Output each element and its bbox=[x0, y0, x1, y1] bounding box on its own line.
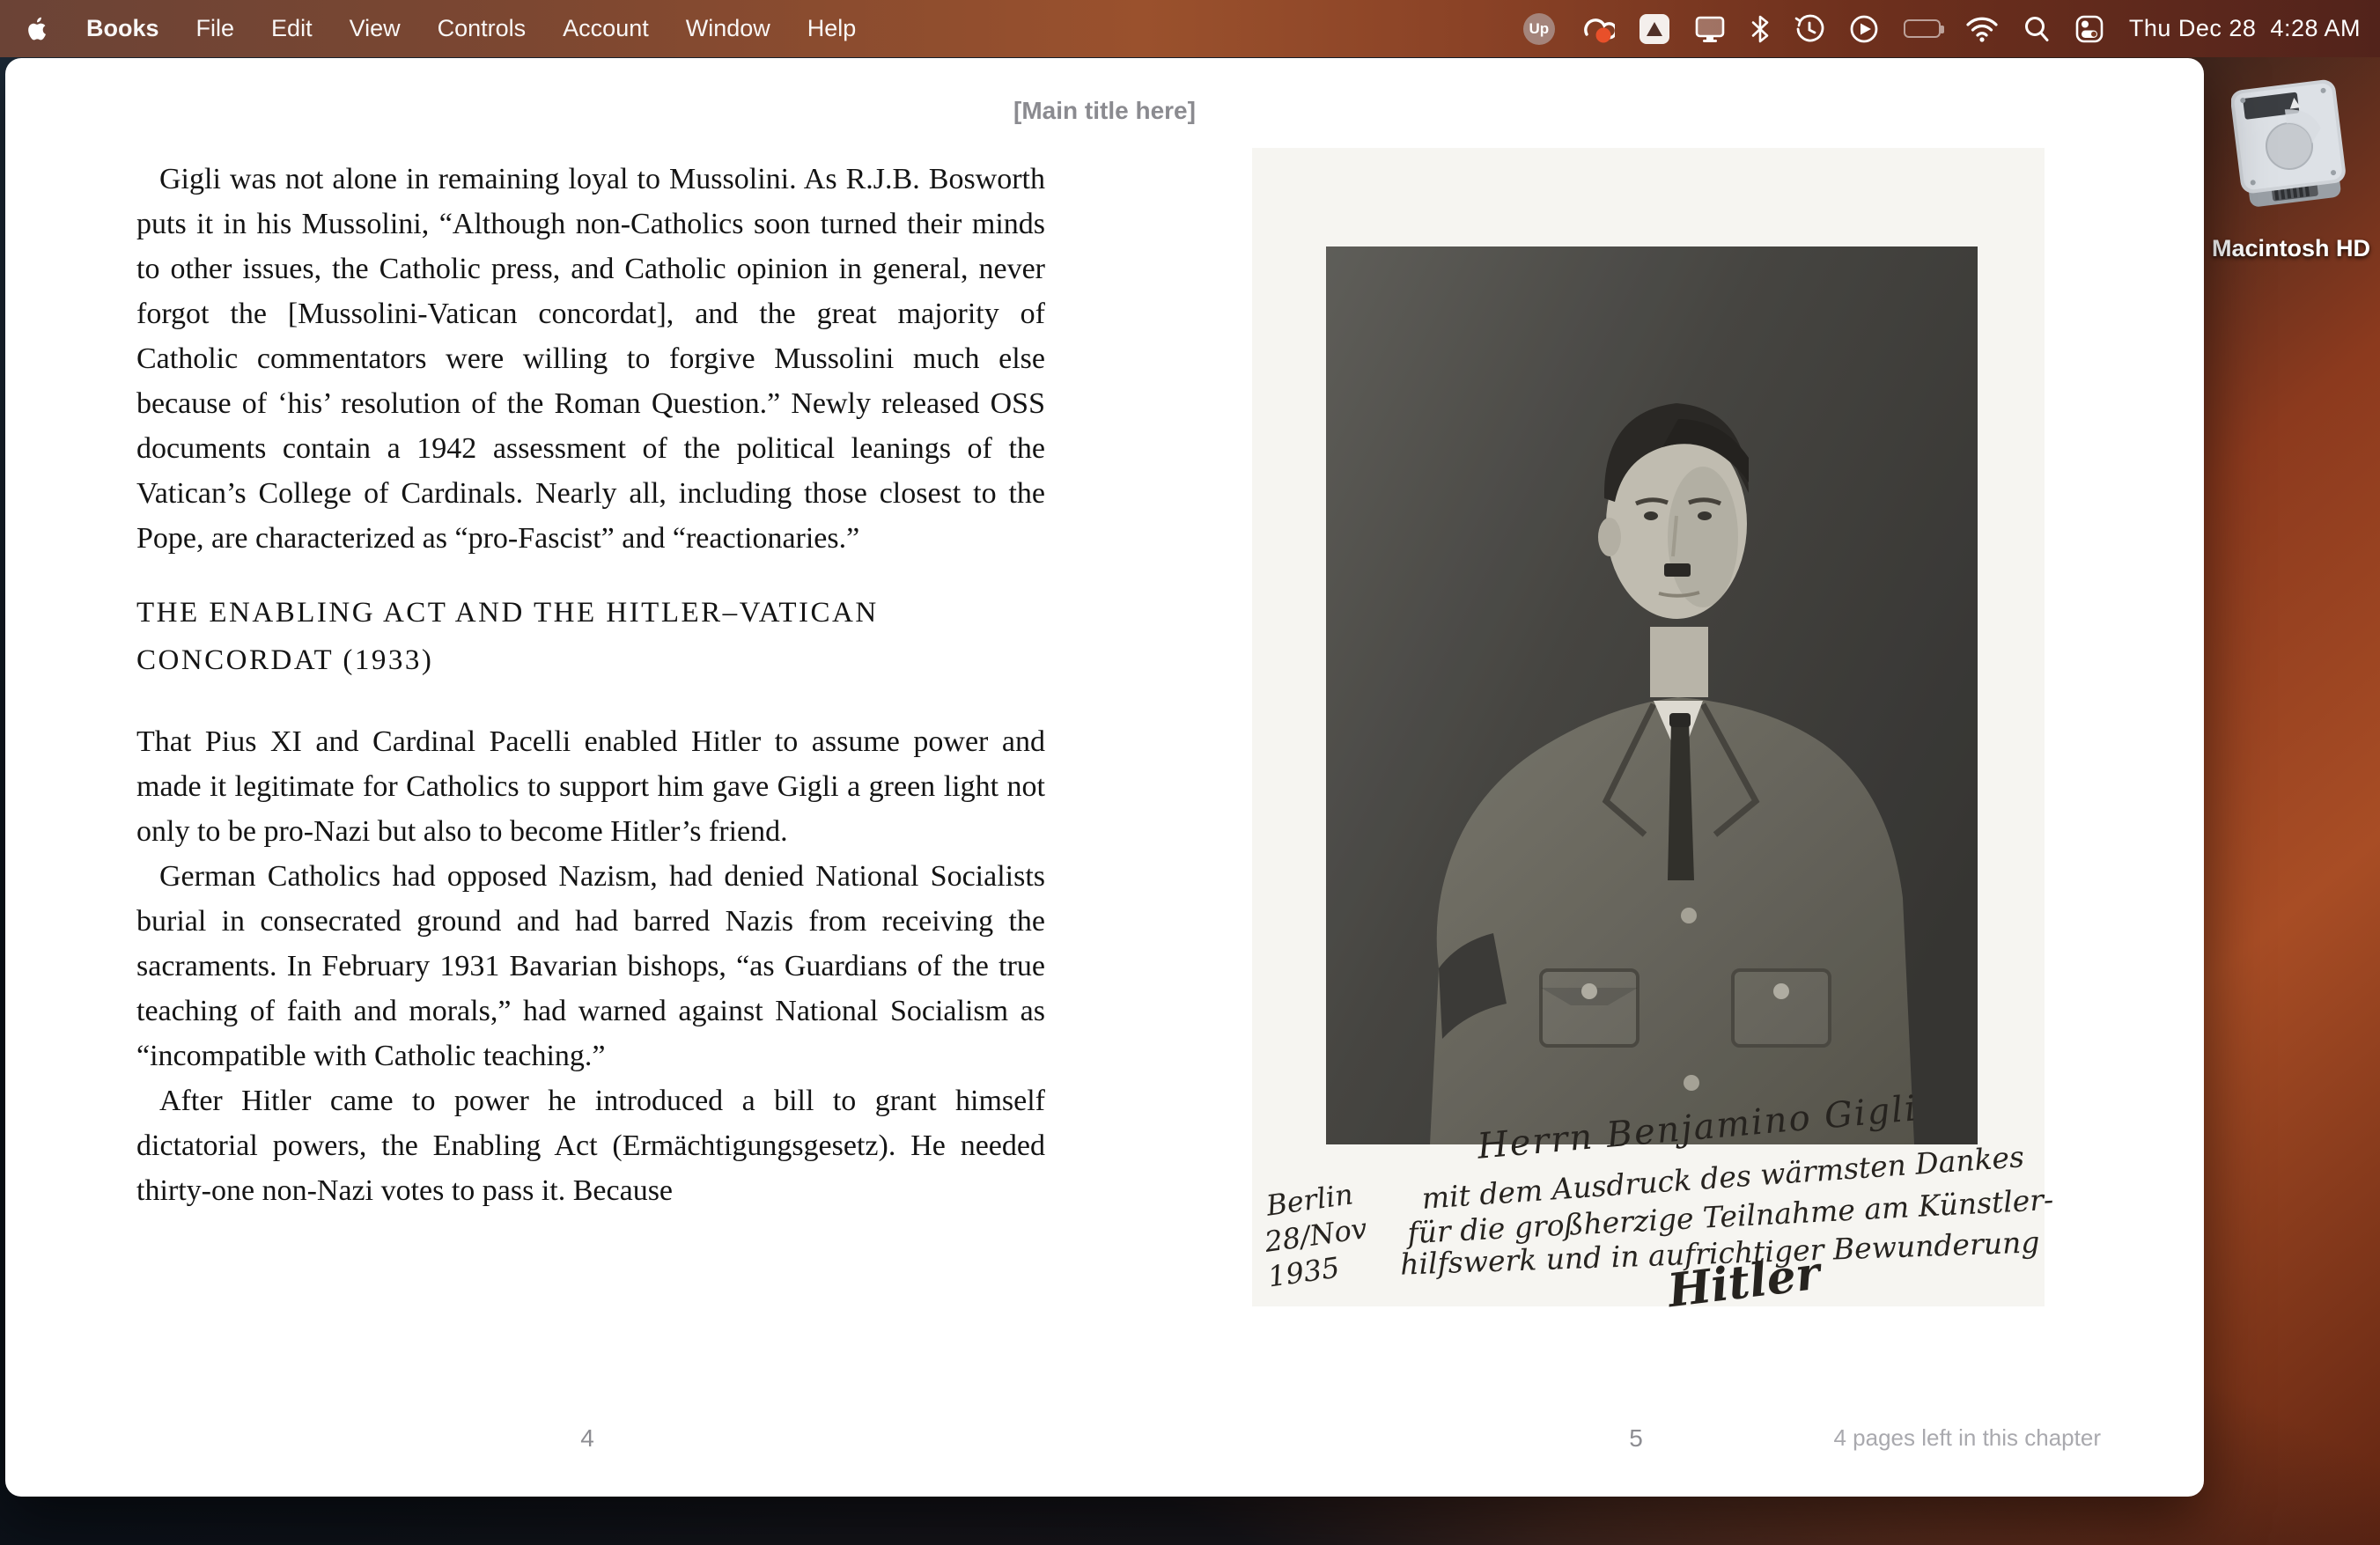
menu-item-controls[interactable]: Controls bbox=[438, 15, 527, 42]
bluetooth-status-icon[interactable] bbox=[1750, 11, 1770, 47]
portrait-photo bbox=[1326, 246, 1978, 1144]
apple-menu-icon[interactable] bbox=[26, 16, 49, 42]
up-app-status-icon[interactable]: Up bbox=[1523, 13, 1555, 45]
display-status-icon[interactable] bbox=[1694, 11, 1726, 47]
hard-drive-icon bbox=[2231, 76, 2347, 224]
menu-bar: Books File Edit View Controls Account Wi… bbox=[0, 0, 2380, 57]
battery-nub bbox=[1941, 26, 1944, 33]
paragraph: German Catholics had opposed Nazism, had… bbox=[136, 854, 1045, 1078]
menu-bar-status: Up bbox=[1523, 11, 2361, 47]
menu-item-view[interactable]: View bbox=[350, 15, 401, 42]
swirl-app-status-icon[interactable] bbox=[1580, 11, 1615, 47]
paragraph: That Pius XI and Cardinal Pacelli enable… bbox=[136, 719, 1045, 854]
triangle-glyph bbox=[1647, 22, 1662, 36]
desktop-drive-label[interactable]: Macintosh HD bbox=[2212, 235, 2367, 262]
right-page-photo-plate[interactable]: Herrn Benjamino Gigli mit dem Ausdruck d… bbox=[1252, 148, 2045, 1306]
paragraph: After Hitler came to power he introduced… bbox=[136, 1078, 1045, 1213]
battery-body bbox=[1904, 19, 1941, 38]
right-page-number: 5 bbox=[1610, 1424, 1662, 1453]
menu-item-books[interactable]: Books bbox=[86, 15, 159, 42]
control-center-icon[interactable] bbox=[2074, 11, 2104, 47]
menu-item-account[interactable]: Account bbox=[563, 15, 649, 42]
left-page-text: Gigli was not alone in remaining loyal t… bbox=[136, 157, 1045, 1213]
menu-item-edit[interactable]: Edit bbox=[271, 15, 313, 42]
time-machine-status-icon[interactable] bbox=[1794, 11, 1824, 47]
pages-left-status: 4 pages left in this chapter bbox=[1833, 1424, 2101, 1452]
menu-item-help[interactable]: Help bbox=[807, 15, 857, 42]
section-heading: THE ENABLING ACT AND THE HITLER–VATICAN … bbox=[136, 589, 1045, 684]
menu-item-file[interactable]: File bbox=[196, 15, 235, 42]
paragraph: Gigli was not alone in remaining loyal t… bbox=[136, 157, 1045, 561]
book-title: [Main title here] bbox=[5, 97, 2204, 125]
spotlight-search-icon[interactable] bbox=[2023, 11, 2050, 47]
now-playing-status-icon[interactable] bbox=[1849, 11, 1879, 47]
books-reader-window: [Main title here] Gigli was not alone in… bbox=[5, 58, 2204, 1497]
left-page-number: 4 bbox=[561, 1424, 614, 1453]
menu-item-window[interactable]: Window bbox=[686, 15, 770, 42]
menu-bar-clock[interactable]: Thu Dec 28 4:28 AM bbox=[2129, 15, 2361, 42]
wifi-status-icon[interactable] bbox=[1965, 11, 1999, 47]
battery-status-icon[interactable] bbox=[1904, 11, 1941, 47]
triangle-app-status-icon[interactable] bbox=[1639, 14, 1669, 44]
menu-bar-left: Books File Edit View Controls Account Wi… bbox=[26, 15, 856, 42]
desktop-drive-icon[interactable]: Macintosh HD bbox=[2212, 76, 2367, 262]
